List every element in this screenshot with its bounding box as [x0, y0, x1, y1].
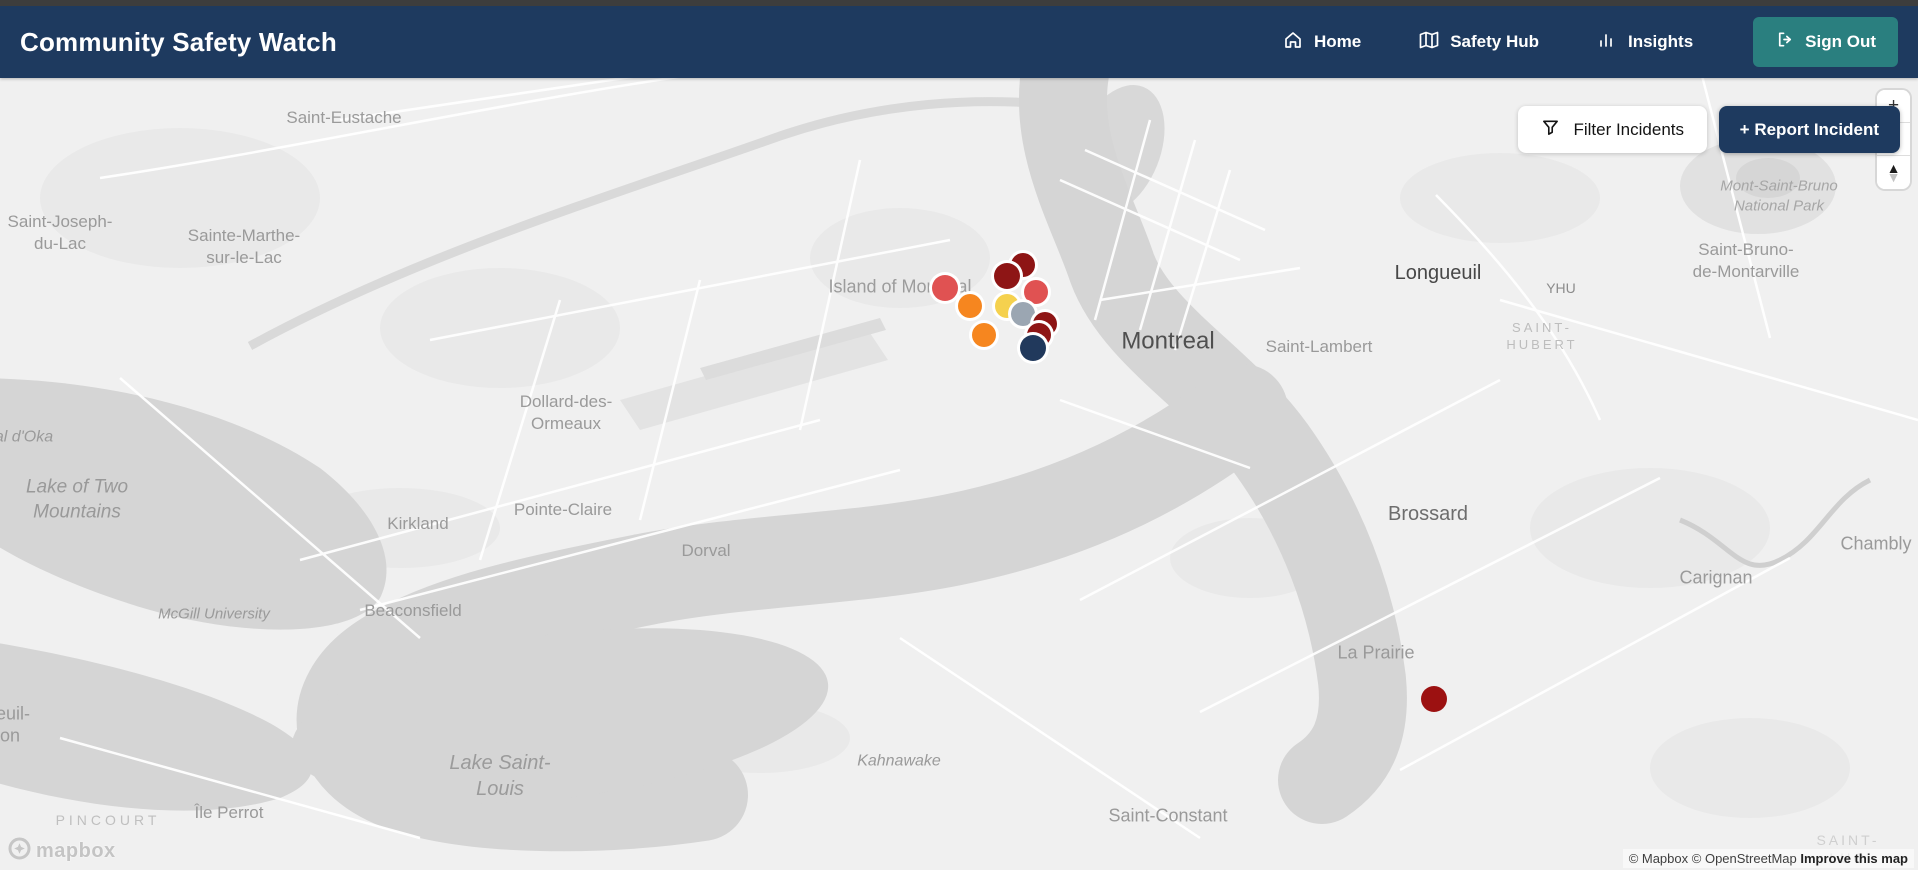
- browser-top-strip: [0, 0, 1918, 6]
- report-incident-button[interactable]: + Report Incident: [1718, 106, 1900, 153]
- header: Community Safety Watch Home Safety Hub I…: [0, 6, 1918, 78]
- incident-marker[interactable]: [1421, 686, 1447, 712]
- incident-marker[interactable]: [958, 294, 982, 318]
- nav-item-safety-hub[interactable]: Safety Hub: [1419, 30, 1539, 55]
- nav-item-label: Insights: [1628, 32, 1694, 51]
- filter-incidents-label: Filter Incidents: [1573, 119, 1684, 139]
- report-incident-label: + Report Incident: [1739, 119, 1879, 139]
- map-canvas[interactable]: Saint-Eustache Saint-Joseph- du-Lac Sainte…: [0, 78, 1918, 870]
- nav-item-label: Safety Hub: [1450, 32, 1539, 51]
- osm-attribution-link[interactable]: © OpenStreetMap: [1692, 851, 1797, 866]
- main-nav: Home Safety Hub Insights Sign Out: [1283, 17, 1898, 67]
- compass-button[interactable]: ▲ ▼: [1877, 156, 1910, 189]
- map-attribution: © Mapbox © OpenStreetMap Improve this ma…: [1622, 849, 1914, 868]
- incident-marker[interactable]: [1020, 335, 1046, 361]
- nav-item-label: Home: [1313, 32, 1362, 51]
- incident-marker[interactable]: [994, 263, 1020, 289]
- mapbox-logo[interactable]: mapbox: [8, 837, 116, 865]
- funnel-icon: [1541, 118, 1560, 142]
- improve-map-link[interactable]: Improve this map: [1800, 851, 1908, 866]
- page: { "app": { "title": "Community Safety Wa…: [0, 0, 1918, 870]
- sign-out-button[interactable]: Sign Out: [1753, 17, 1898, 67]
- incident-marker[interactable]: [1024, 280, 1048, 304]
- map-icon: [1419, 30, 1439, 55]
- nav-item-insights[interactable]: Insights: [1597, 30, 1693, 55]
- incident-markers-layer: [0, 78, 1918, 870]
- home-icon: [1283, 30, 1303, 55]
- incident-marker[interactable]: [1011, 302, 1035, 326]
- app-title: Community Safety Watch: [20, 26, 337, 57]
- bar-chart-icon: [1597, 30, 1617, 55]
- incident-marker[interactable]: [932, 275, 958, 301]
- mapbox-logo-icon: [8, 837, 31, 865]
- incident-marker[interactable]: [972, 323, 996, 347]
- nav-item-home[interactable]: Home: [1283, 30, 1361, 55]
- mapbox-attribution-link[interactable]: © Mapbox: [1629, 851, 1688, 866]
- sign-out-label: Sign Out: [1805, 32, 1876, 51]
- mapbox-logo-text: mapbox: [36, 839, 116, 862]
- logout-icon: [1775, 30, 1794, 54]
- compass-south-icon: ▼: [1886, 168, 1901, 185]
- filter-incidents-button[interactable]: Filter Incidents: [1518, 106, 1707, 153]
